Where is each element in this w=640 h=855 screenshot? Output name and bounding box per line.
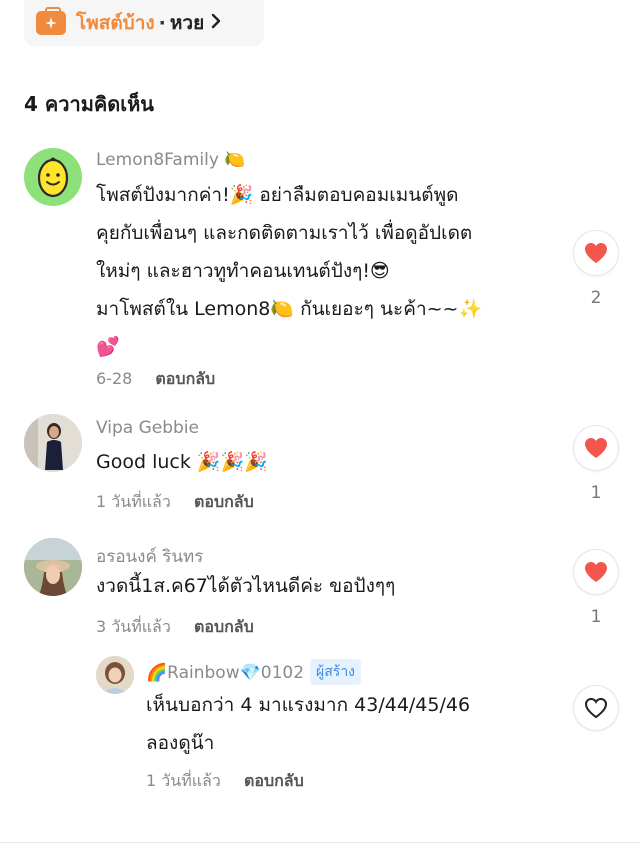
like-button[interactable] [573,230,619,276]
comment-line: งวดนี้1ส.ค67ได้ตัวไหนดีค่ะ ขอปังๆๆ [96,575,396,597]
heart-icon [585,562,607,582]
avatar[interactable] [24,538,82,596]
creator-badge: ผู้สร้าง [310,659,362,685]
like-count: 1 [590,607,602,627]
comment-text: เห็นบอกว่า 4 มาแรงมาก 43/44/45/46 ลองดูน… [146,686,566,762]
comment-line: Good luck 🎉🎉🎉 [96,451,268,473]
comment-meta: 3 วันที่แล้ว ตอบกลับ [96,615,254,640]
comment-meta: 6-28 ตอบกลับ [96,367,215,392]
comment-text: งวดนี้1ส.ค67ได้ตัวไหนดีค่ะ ขอปังๆๆ [96,567,566,605]
topic-name: โพสต์บ้าง [76,12,155,34]
topic-pill[interactable]: โพสต์บ้าง · หวย [24,0,264,46]
comment-line: โพสต์ปังมากค่า!🎉 อย่าลืมตอบคอมเมนต์พูด [96,184,459,206]
reply-button[interactable]: ตอบกลับ [155,369,215,388]
like-count: 2 [590,288,602,308]
comment-time: 6-28 [96,369,133,388]
comment-username[interactable]: อรอนงค์ รินทร [96,543,203,570]
avatar[interactable] [96,656,134,694]
comment-time: 1 วันที่แล้ว [96,492,171,511]
reply-username-text: 🌈Rainbow💎0102 [146,663,305,683]
comment-line: เห็นบอกว่า 4 มาแรงมาก 43/44/45/46 [146,694,471,716]
comment-time: 3 วันที่แล้ว [96,617,171,636]
reply-button[interactable]: ตอบกลับ [194,617,254,636]
comment-line: ลองดูน๊า [146,732,215,754]
topic-subcategory: หวย [169,12,205,34]
topic-separator: · [158,12,166,34]
comment-line: 💕 [96,336,120,358]
heart-outline-icon [584,697,608,719]
comment-meta: 1 วันที่แล้ว ตอบกลับ [96,490,254,515]
avatar[interactable] [24,148,82,206]
user-photo-icon [24,538,82,596]
avatar[interactable] [24,414,82,472]
reply-button[interactable]: ตอบกลับ [194,492,254,511]
reply-username[interactable]: 🌈Rainbow💎0102 ผู้สร้าง [146,659,362,685]
comment-meta: 1 วันที่แล้ว ตอบกลับ [146,769,304,794]
comments-count-title: 4 ความคิดเห็น [24,92,154,116]
comment-text: Good luck 🎉🎉🎉 [96,443,566,481]
user-photo-icon [96,656,134,694]
comment-line: ใหม่ๆ และฮาวทูทำคอนเทนต์ปังๆ!😎 [96,260,390,282]
comment-line: คุยกับเพื่อนๆ และกดติดตามเราไว้ เพื่อดูอ… [96,222,473,244]
lemon-logo-icon [37,157,69,198]
chevron-right-icon [210,12,222,34]
reply-button[interactable]: ตอบกลับ [244,771,304,790]
like-count: 1 [590,483,602,503]
user-photo-icon [24,414,82,472]
like-button[interactable] [573,425,619,471]
comment-line: มาโพสต์ใน Lemon8🍋 กันเยอะๆ นะค้า~~✨ [96,298,483,320]
heart-icon [585,243,607,263]
comment-username[interactable]: Lemon8Family 🍋 [96,150,245,170]
comment-username[interactable]: Vipa Gebbie [96,418,199,438]
heart-icon [585,438,607,458]
comment-time: 1 วันที่แล้ว [146,771,221,790]
like-button[interactable] [573,685,619,731]
sparkle-briefcase-icon [36,7,66,35]
comment-text: โพสต์ปังมากค่า!🎉 อย่าลืมตอบคอมเมนต์พูด ค… [96,176,566,366]
divider [0,842,640,843]
like-button[interactable] [573,549,619,595]
